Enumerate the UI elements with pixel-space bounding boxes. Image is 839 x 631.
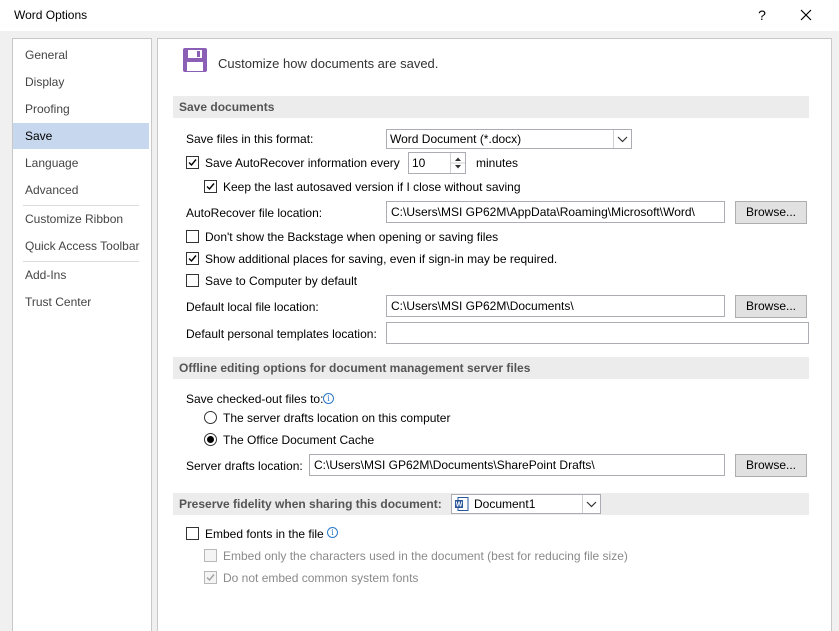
sidebar-item-quick-access-toolbar[interactable]: Quick Access Toolbar — [13, 233, 149, 259]
embed-chars-label: Embed only the characters used in the do… — [223, 549, 628, 563]
save-computer-label: Save to Computer by default — [205, 274, 358, 288]
chevron-down-icon — [582, 495, 600, 513]
autorecover-browse-button[interactable]: Browse... — [735, 201, 807, 224]
checkmark-icon — [188, 255, 197, 263]
additional-places-label: Show additional places for saving, even … — [205, 252, 558, 266]
fidelity-document-value: Document1 — [474, 497, 536, 511]
format-label: Save files in this format: — [186, 132, 314, 146]
chevron-down-icon — [613, 130, 631, 148]
sidebar-item-add-ins[interactable]: Add-Ins — [13, 262, 149, 288]
sidebar-item-language[interactable]: Language — [13, 150, 149, 176]
minutes-label: minutes — [476, 156, 519, 170]
save-icon — [182, 47, 208, 73]
sidebar-item-trust-center[interactable]: Trust Center — [13, 289, 149, 315]
section-header-save-documents: Save documents — [173, 96, 809, 118]
local-browse-button[interactable]: Browse... — [735, 295, 807, 318]
no-common-fonts-label: Do not embed common system fonts — [223, 571, 419, 585]
embed-chars-checkbox[interactable] — [204, 549, 217, 562]
keep-last-checkbox[interactable] — [204, 180, 217, 193]
autorecover-minutes-stepper[interactable]: 10 — [408, 152, 466, 174]
spin-arrows-icon[interactable] — [450, 153, 465, 173]
templates-location-label: Default personal templates location: — [186, 327, 377, 341]
window-title: Word Options — [14, 8, 88, 22]
sidebar-item-advanced[interactable]: Advanced — [13, 177, 149, 203]
word-document-icon: W — [455, 497, 469, 511]
sidebar: General Display Proofing Save Language A… — [12, 38, 152, 631]
format-select-value: Word Document (*.docx) — [390, 132, 522, 146]
help-button[interactable]: ? — [752, 4, 772, 26]
checked-out-label: Save checked-out files to: — [186, 392, 324, 406]
sidebar-item-general[interactable]: General — [13, 42, 149, 68]
sidebar-item-save[interactable]: Save — [13, 123, 149, 149]
local-location-input[interactable]: C:\Users\MSI GP62M\Documents\ — [386, 295, 725, 317]
additional-places-checkbox[interactable] — [186, 252, 199, 265]
autorecover-location-label: AutoRecover file location: — [186, 206, 323, 220]
svg-text:W: W — [456, 502, 463, 509]
server-drafts-label: The server drafts location on this compu… — [223, 411, 451, 425]
backstage-label: Don't show the Backstage when opening or… — [205, 230, 499, 244]
title-bar: Word Options ? — [0, 0, 839, 31]
format-select[interactable]: Word Document (*.docx) — [386, 129, 632, 149]
sidebar-item-proofing[interactable]: Proofing — [13, 96, 149, 122]
autorecover-label: Save AutoRecover information every — [205, 156, 400, 170]
sidebar-item-customize-ribbon[interactable]: Customize Ribbon — [13, 206, 149, 232]
checkmark-icon — [188, 159, 197, 167]
drafts-location-input[interactable]: C:\Users\MSI GP62M\Documents\SharePoint … — [309, 454, 725, 476]
autorecover-checkbox[interactable] — [186, 156, 199, 169]
fidelity-document-select[interactable]: W Document1 — [451, 494, 601, 514]
autorecover-minutes-value: 10 — [412, 156, 426, 170]
page-header-text: Customize how documents are saved. — [218, 56, 439, 71]
drafts-location-label: Server drafts location: — [186, 459, 303, 473]
office-cache-radio[interactable] — [204, 433, 217, 446]
embed-fonts-label: Embed fonts in the file — [205, 527, 324, 541]
embed-fonts-checkbox[interactable] — [186, 527, 199, 540]
save-computer-checkbox[interactable] — [186, 274, 199, 287]
backstage-checkbox[interactable] — [186, 230, 199, 243]
autorecover-location-input[interactable]: C:\Users\MSI GP62M\AppData\Roaming\Micro… — [386, 201, 725, 223]
checkmark-icon — [206, 183, 215, 191]
drafts-browse-button[interactable]: Browse... — [735, 454, 807, 477]
radio-selected-dot — [207, 436, 214, 443]
templates-location-input[interactable] — [386, 322, 809, 344]
section-header-offline: Offline editing options for document man… — [173, 357, 809, 379]
sidebar-item-display[interactable]: Display — [13, 69, 149, 95]
close-button[interactable] — [794, 4, 818, 26]
info-icon: i — [327, 527, 338, 538]
server-drafts-radio[interactable] — [204, 411, 217, 424]
checkmark-icon — [206, 574, 215, 582]
keep-last-label: Keep the last autosaved version if I clo… — [223, 180, 521, 194]
close-icon — [800, 9, 812, 21]
office-cache-label: The Office Document Cache — [223, 433, 375, 447]
local-location-label: Default local file location: — [186, 300, 319, 314]
no-common-fonts-checkbox[interactable] — [204, 571, 217, 584]
main-panel: Customize how documents are saved. Save … — [157, 38, 832, 631]
info-icon: i — [323, 393, 334, 404]
